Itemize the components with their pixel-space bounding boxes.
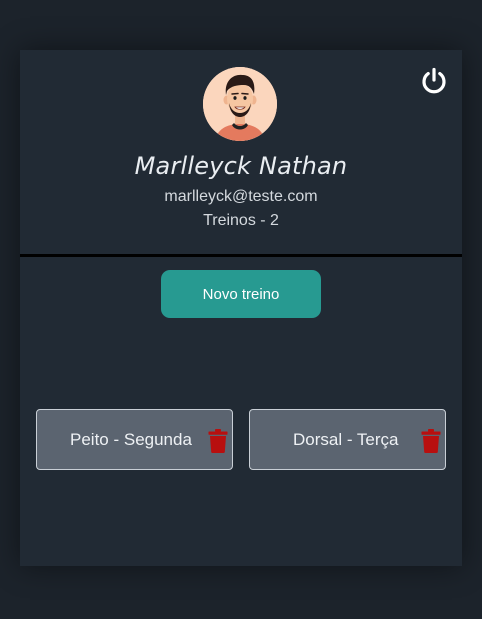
user-email: marlleyck@teste.com (164, 188, 318, 205)
logout-button[interactable] (419, 66, 449, 96)
page: Marlleyck Nathan marlleyck@teste.com Tre… (0, 0, 482, 619)
user-name: Marlleyck Nathan (134, 152, 348, 180)
divider (20, 254, 462, 257)
trash-icon (208, 429, 228, 453)
trash-icon (421, 429, 441, 453)
avatar (203, 67, 277, 141)
workout-label: Dorsal - Terça (293, 430, 399, 449)
workout-card[interactable]: Dorsal - Terça (249, 409, 446, 470)
new-workout-button[interactable]: Novo treino (161, 270, 321, 318)
workout-label: Peito - Segunda (70, 430, 192, 449)
workout-card[interactable]: Peito - Segunda (36, 409, 233, 470)
delete-workout-button[interactable] (208, 429, 228, 453)
workout-count: Treinos - 2 (203, 212, 279, 229)
profile-card: Marlleyck Nathan marlleyck@teste.com Tre… (20, 50, 462, 566)
delete-workout-button[interactable] (421, 429, 441, 453)
power-icon (422, 67, 446, 94)
avatar-illustration (203, 67, 277, 141)
